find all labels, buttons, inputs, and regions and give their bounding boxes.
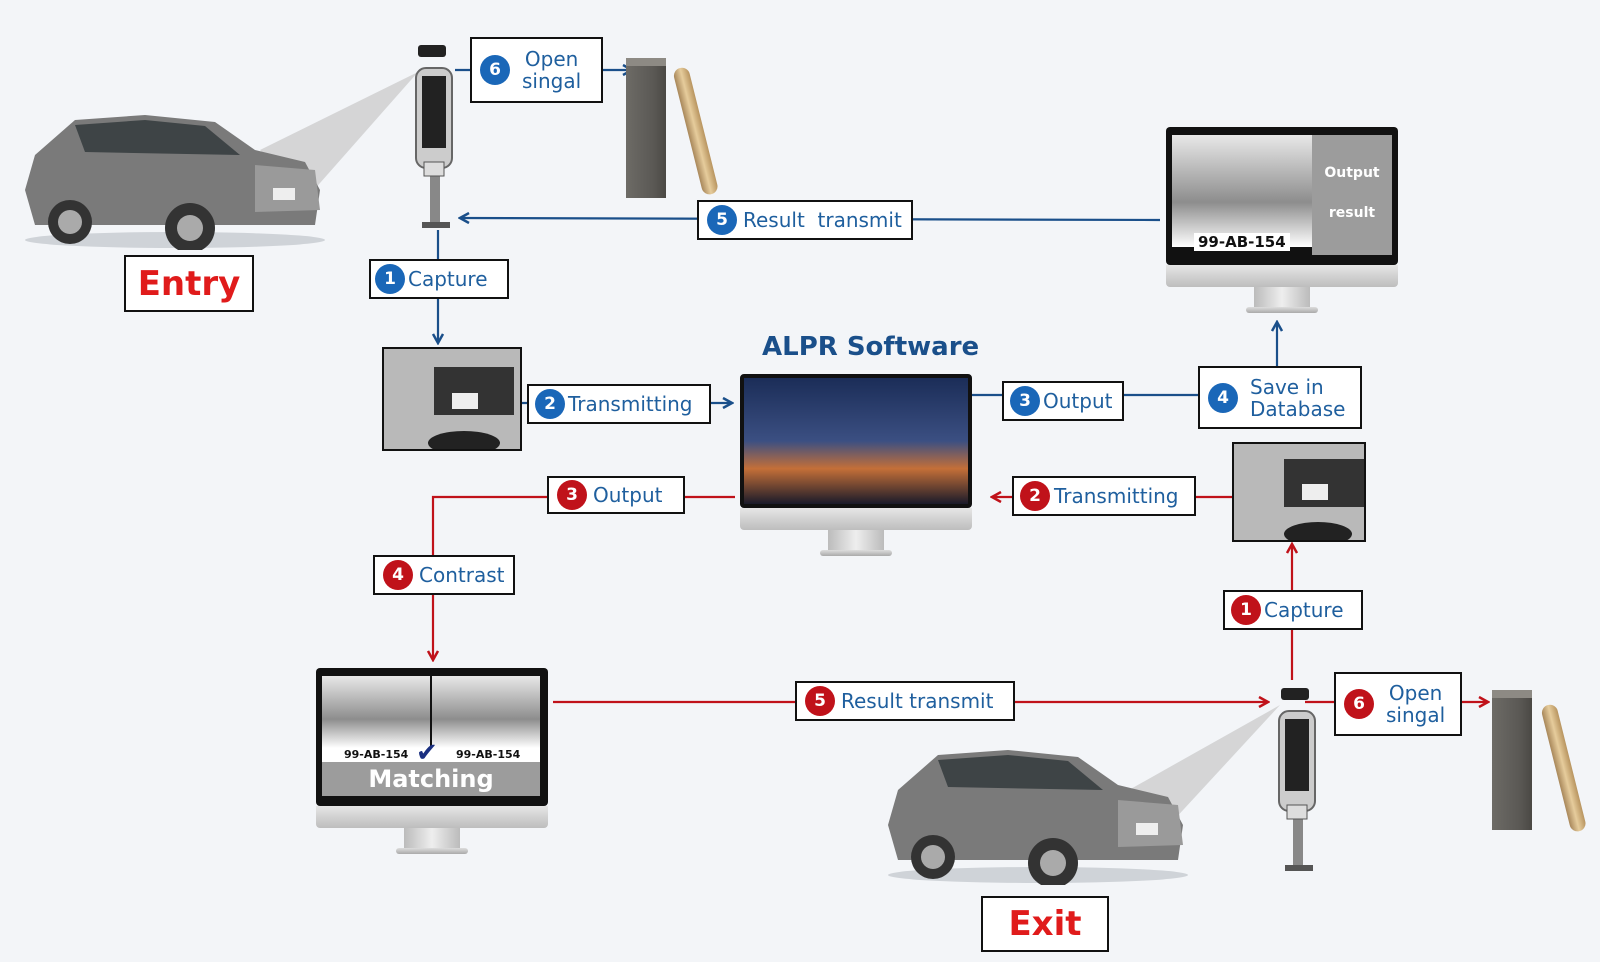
entry-step-1-capture: 1 Capture <box>369 259 509 299</box>
exit-plate-snapshot <box>1232 442 1366 542</box>
entry-label-text: Entry <box>137 263 241 304</box>
exit-step-1-capture: 1 Capture <box>1223 590 1363 630</box>
step-number-badge: 4 <box>1208 382 1238 413</box>
step-number-badge: 5 <box>805 686 835 716</box>
entry-label: Entry <box>124 255 254 312</box>
monitor-car-image <box>1172 135 1312 247</box>
output-result-line1: Output <box>1324 165 1380 181</box>
exit-step-4-contrast: 4 Contrast <box>373 555 515 595</box>
exit-step-2-transmitting: 2 Transmitting <box>1012 476 1196 516</box>
step-number-badge: 2 <box>535 389 565 419</box>
step-number-badge: 6 <box>480 55 510 85</box>
step-label: Output <box>1043 389 1113 413</box>
step-number-badge: 3 <box>557 480 587 510</box>
monitor-chin <box>740 508 972 530</box>
entry-plate-snapshot <box>382 347 522 451</box>
matching-caption: Matching <box>322 762 540 796</box>
entry-step-4-save-database: 4 Save in Database <box>1198 366 1362 429</box>
monitor-foot <box>396 848 468 854</box>
entry-step-6-open-signal: 6 Open singal <box>470 37 603 103</box>
entry-barrier-gate <box>626 58 666 198</box>
output-result-line2: result <box>1328 205 1376 221</box>
matching-car-left <box>322 676 430 748</box>
entry-step-3-output: 3 Output <box>1002 381 1124 421</box>
step-number-badge: 3 <box>1010 386 1040 416</box>
entry-step-2-transmitting: 2 Transmitting <box>527 384 711 424</box>
step-label: Capture <box>1264 598 1344 622</box>
recognized-plate-number: 99-AB-154 <box>1194 233 1290 251</box>
monitor-chin <box>1166 265 1398 287</box>
step-label: Transmitting <box>568 392 693 416</box>
matching-plate-right: 99-AB-154 <box>456 748 521 761</box>
step-label: Open singal <box>522 47 582 93</box>
step-label: Result transmit <box>743 208 902 232</box>
step-label: Result transmit <box>841 689 994 713</box>
monitor-screen <box>740 374 972 508</box>
alpr-software-title: ALPR Software <box>762 332 980 362</box>
exit-barrier-top <box>1492 690 1532 698</box>
monitor-neck <box>404 828 460 850</box>
exit-label-text: Exit <box>1008 904 1082 944</box>
exit-step-6-open-signal: 6 Open singal <box>1334 672 1462 736</box>
step-label: Output <box>593 483 663 507</box>
output-result-panel: Output result <box>1312 135 1392 255</box>
monitor-neck <box>1254 287 1310 309</box>
step-label: Save in Database <box>1250 374 1346 421</box>
step-number-badge: 4 <box>383 560 413 590</box>
monitor-foot <box>820 550 892 556</box>
exit-lpr-camera-pole <box>1275 685 1325 875</box>
step-number-badge: 1 <box>375 264 405 294</box>
entry-step-5-result-transmit: 5 Result transmit <box>697 200 913 240</box>
exit-barrier-gate <box>1492 690 1532 830</box>
exit-car-image <box>878 735 1188 888</box>
step-label: Capture <box>408 267 488 291</box>
step-label: Transmitting <box>1054 484 1179 508</box>
exit-step-5-result-transmit: 5 Result transmit <box>795 681 1015 721</box>
entry-barrier-top <box>626 58 666 66</box>
matching-plate-left: 99-AB-154 <box>344 748 409 761</box>
exit-step-3-output: 3 Output <box>547 476 685 514</box>
step-number-badge: 5 <box>707 205 737 235</box>
matching-car-right <box>432 676 540 748</box>
step-number-badge: 6 <box>1344 689 1374 719</box>
alpr-software-monitor <box>740 374 972 564</box>
entry-car-image <box>15 100 325 253</box>
exit-label: Exit <box>981 896 1109 952</box>
monitor-neck <box>828 530 884 552</box>
step-label: Open singal <box>1386 681 1446 727</box>
step-label: Contrast <box>419 563 505 587</box>
entry-lpr-camera-pole <box>412 42 462 232</box>
monitor-chin <box>316 806 548 828</box>
step-number-badge: 2 <box>1020 481 1050 511</box>
output-result-monitor: 99-AB-154 Output result <box>1166 127 1398 319</box>
monitor-foot <box>1246 307 1318 313</box>
matching-monitor: 99-AB-154 ✔ 99-AB-154 Matching <box>316 668 548 860</box>
step-number-badge: 1 <box>1231 595 1261 625</box>
